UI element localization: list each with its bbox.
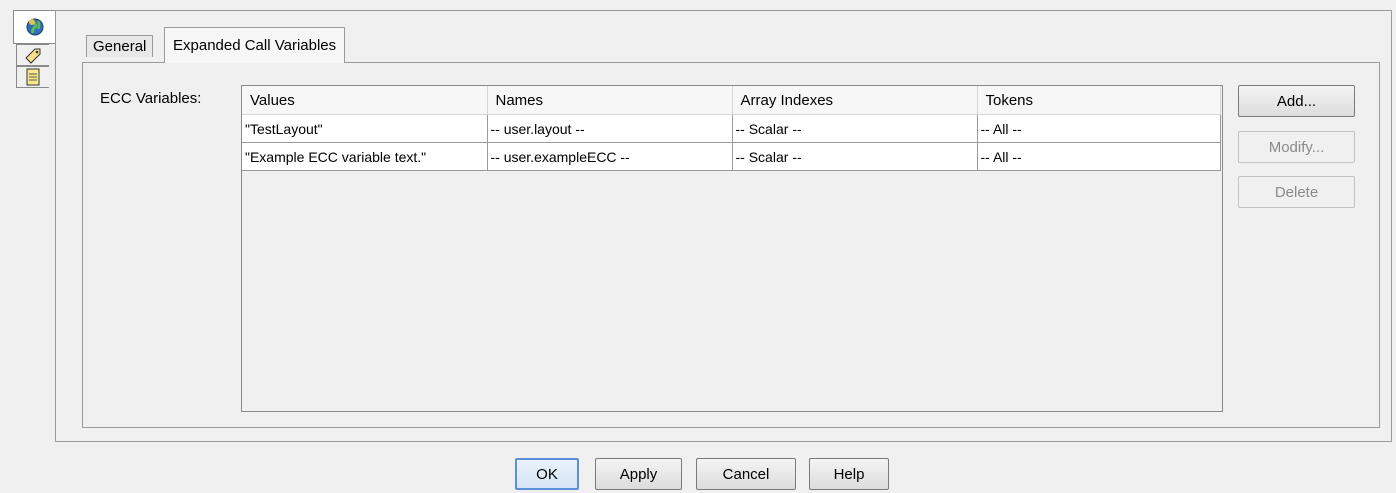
properties-panel: General Expanded Call Variables ECC Vari… <box>55 10 1392 442</box>
tab-expanded-call-variables[interactable]: Expanded Call Variables <box>164 27 346 63</box>
column-header-array-indexes[interactable]: Array Indexes <box>732 86 978 115</box>
column-header-tokens[interactable]: Tokens <box>977 86 1221 115</box>
help-button[interactable]: Help <box>809 458 889 490</box>
apply-button[interactable]: Apply <box>595 458 682 490</box>
tag-icon <box>25 48 41 64</box>
side-tab-globe[interactable] <box>13 10 55 44</box>
cell-value: "Example ECC variable text." <box>242 142 488 171</box>
tab-expanded-call-variables-label: Expanded Call Variables <box>173 37 337 54</box>
ecc-variables-table[interactable]: Values Names Array Indexes Tokens "TestL… <box>241 85 1223 412</box>
column-header-names[interactable]: Names <box>487 86 733 115</box>
ecc-variables-label: ECC Variables: <box>100 90 202 107</box>
notepad-icon <box>26 68 40 86</box>
modify-button[interactable]: Modify... <box>1238 131 1355 163</box>
table-row[interactable]: "TestLayout" -- user.layout -- -- Scalar… <box>242 114 1221 143</box>
cell-name: -- user.exampleECC -- <box>487 142 733 171</box>
tab-general-label: General <box>93 38 147 55</box>
cell-token: -- All -- <box>977 114 1221 143</box>
globe-icon <box>26 18 43 36</box>
table-header-row: Values Names Array Indexes Tokens <box>242 86 1221 115</box>
cell-array-index: -- Scalar -- <box>732 114 978 143</box>
cell-value: "TestLayout" <box>242 114 488 143</box>
side-tab-tag[interactable] <box>16 44 49 66</box>
cancel-button[interactable]: Cancel <box>696 458 796 490</box>
cell-array-index: -- Scalar -- <box>732 142 978 171</box>
side-tab-notepad[interactable] <box>16 66 49 88</box>
delete-button[interactable]: Delete <box>1238 176 1355 208</box>
cell-name: -- user.layout -- <box>487 114 733 143</box>
ok-button[interactable]: OK <box>515 458 579 490</box>
column-header-values[interactable]: Values <box>242 86 488 115</box>
add-button[interactable]: Add... <box>1238 85 1355 117</box>
table-row[interactable]: "Example ECC variable text." -- user.exa… <box>242 142 1221 171</box>
cell-token: -- All -- <box>977 142 1221 171</box>
tab-general[interactable]: General <box>86 35 154 57</box>
tab-content-area: ECC Variables: Values Names Array Indexe… <box>82 62 1380 428</box>
